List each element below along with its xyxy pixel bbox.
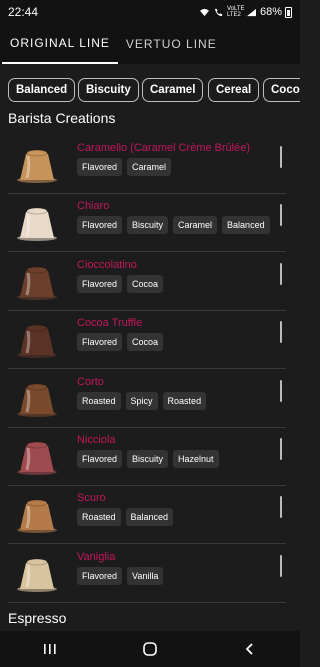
list-item[interactable]: Caramello (Caramel Crème Brûlée) Flavored…: [0, 136, 300, 194]
drag-handle[interactable]: [280, 262, 282, 285]
capsule-tag: Flavored: [77, 333, 123, 352]
capsule-tag: Caramel: [127, 158, 172, 176]
capsule-tags: Flavored Cocoa: [77, 333, 281, 352]
capsule-tag: Flavored: [77, 274, 123, 293]
capsule-name: Chiaro: [77, 200, 110, 213]
filter-chip-cocoa[interactable]: Cocoa: [263, 78, 300, 102]
filter-chip-caramel[interactable]: Caramel: [142, 78, 204, 102]
line-tabs: ORIGINAL LINE VERTUO LINE: [0, 24, 300, 64]
wifi-icon: [199, 8, 209, 16]
drag-handle[interactable]: [280, 379, 282, 402]
capsule-tag: Balanced: [125, 508, 174, 527]
capsule-image: [17, 149, 57, 183]
capsule-tag: Vanilla: [127, 566, 164, 585]
capsule-tag: Biscuity: [127, 450, 169, 468]
capsule-tag: Caramel: [173, 216, 218, 235]
capsule-image: [17, 324, 57, 359]
back-button[interactable]: [230, 634, 270, 664]
capsule-tag: Roasted: [162, 391, 207, 410]
system-nav-bar: [0, 631, 300, 667]
list-item[interactable]: Chiaro Flavored Biscuity Caramel Balanced: [0, 194, 300, 253]
drag-handle[interactable]: [280, 146, 282, 168]
status-bar: 22:44 VoLTE LTE2 68%: [0, 0, 300, 24]
capsule-tag: Biscuity: [127, 216, 169, 235]
list-item[interactable]: Cioccolatino Flavored Cocoa: [0, 253, 300, 311]
capsule-image: [17, 558, 57, 592]
filter-chips: Balanced Biscuity Caramel Cereal Cocoa: [0, 78, 300, 102]
drag-handle[interactable]: [280, 554, 282, 577]
row-divider: [8, 601, 286, 603]
signal-icon: [246, 8, 256, 16]
capsule-tags: Flavored Biscuity Hazelnut: [77, 450, 281, 468]
back-icon: [245, 643, 253, 655]
capsule-name: Cocoa Truffle: [77, 317, 143, 330]
drag-handle[interactable]: [280, 204, 282, 227]
call-icon: [214, 8, 223, 16]
capsule-image: [17, 441, 57, 475]
section-title-barista-creations: Barista Creations: [8, 110, 116, 126]
drag-handle[interactable]: [280, 496, 282, 519]
capsule-tag: Spicy: [125, 391, 158, 410]
network-indicator: VoLTE LTE2: [226, 6, 245, 18]
capsule-tag: Cocoa: [127, 333, 164, 352]
tab-original-line[interactable]: ORIGINAL LINE: [2, 24, 118, 64]
capsule-tag: Roasted: [77, 391, 121, 410]
home-icon: [143, 642, 157, 656]
drag-handle[interactable]: [280, 438, 282, 460]
tab-vertuo-line[interactable]: VERTUO LINE: [118, 24, 225, 64]
capsule-name: Caramello (Caramel Crème Brûlée): [77, 142, 250, 154]
capsule-tag: Flavored: [77, 566, 123, 585]
list-item[interactable]: Vaniglia Flavored Vanilla: [0, 545, 300, 603]
capsule-name: Cioccolatino: [77, 258, 137, 271]
capsule-tag: Hazelnut: [173, 450, 219, 468]
capsule-tag: Flavored: [77, 158, 123, 176]
recent-apps-button[interactable]: [30, 634, 70, 664]
recent-apps-icon: [44, 644, 56, 654]
capsule-tags: Flavored Caramel: [77, 158, 281, 176]
capsule-tags: Flavored Vanilla: [77, 566, 281, 585]
battery-percent: 68%: [259, 6, 282, 18]
capsule-name: Nicciola: [77, 434, 116, 446]
capsule-name: Corto: [77, 375, 104, 388]
capsule-name: Vaniglia: [77, 550, 116, 563]
capsule-tags: Roasted Spicy Roasted: [77, 391, 281, 410]
filter-chip-balanced[interactable]: Balanced: [8, 78, 76, 102]
capsule-tag: Roasted: [77, 508, 121, 527]
home-button[interactable]: [130, 634, 170, 664]
list-item[interactable]: Cocoa Truffle Flavored Cocoa: [0, 311, 300, 370]
section-title-espresso: Espresso: [8, 610, 67, 626]
capsule-tags: Flavored Cocoa: [77, 274, 281, 293]
capsule-image: [17, 383, 57, 417]
status-time: 22:44: [8, 5, 39, 19]
capsule-name: Scuro: [77, 492, 106, 505]
capsule-image: [17, 266, 57, 300]
filter-chip-cereal[interactable]: Cereal: [208, 78, 260, 102]
capsule-tag: Cocoa: [127, 274, 164, 293]
capsule-tag: Flavored: [77, 216, 123, 235]
capsule-tags: Flavored Biscuity Caramel Balanced: [77, 216, 281, 235]
capsule-image: [17, 207, 57, 242]
capsule-tag: Flavored: [77, 450, 123, 468]
capsule-tags: Roasted Balanced: [77, 508, 281, 527]
capsule-image: [17, 499, 57, 534]
capsule-list[interactable]: Balanced Biscuity Caramel Cereal Cocoa B…: [0, 64, 300, 631]
list-item[interactable]: Nicciola Flavored Biscuity Hazelnut: [0, 428, 300, 486]
battery-icon: [285, 6, 292, 18]
list-item[interactable]: Corto Roasted Spicy Roasted: [0, 370, 300, 428]
list-item[interactable]: Scuro Roasted Balanced: [0, 486, 300, 545]
status-icons: VoLTE LTE2 68%: [199, 6, 292, 18]
drag-handle[interactable]: [280, 321, 282, 344]
filter-chip-biscuity[interactable]: Biscuity: [78, 78, 139, 102]
capsule-tag: Balanced: [222, 216, 270, 235]
